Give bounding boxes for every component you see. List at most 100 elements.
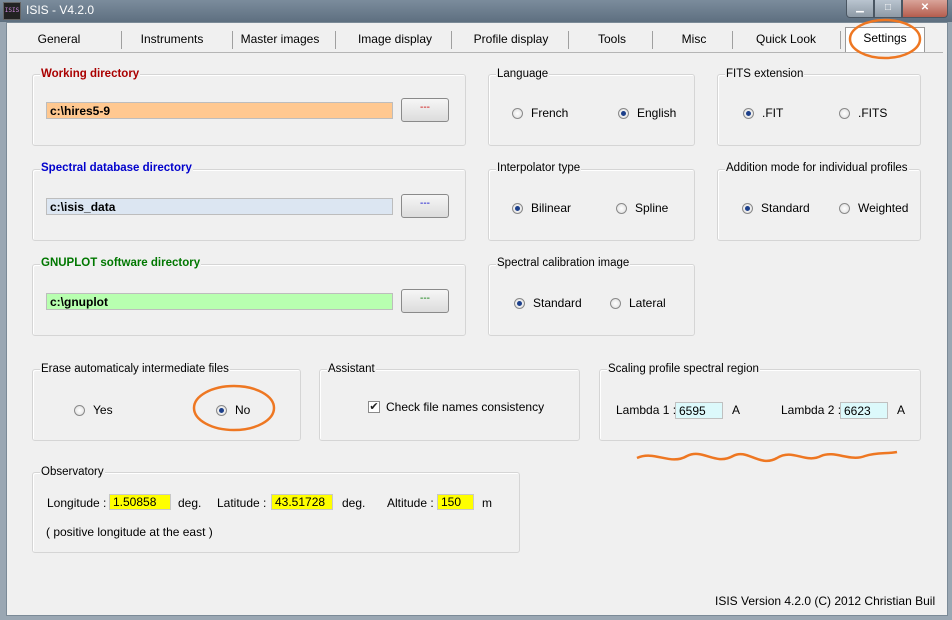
- latitude-unit: deg.: [342, 496, 366, 510]
- radio-label: Bilinear: [531, 201, 572, 215]
- main-window: General Instruments Master images Image …: [6, 22, 948, 616]
- observatory-group: [32, 472, 520, 553]
- altitude-input[interactable]: 150: [437, 494, 474, 510]
- interpolator-radio-spline[interactable]: Spline: [616, 201, 668, 215]
- tab-separator: [232, 31, 233, 49]
- tab-settings[interactable]: Settings: [845, 27, 925, 54]
- observatory-label: Observatory: [40, 466, 105, 478]
- erase-radio-no[interactable]: No: [216, 403, 250, 417]
- erase-files-group: [32, 369, 301, 441]
- spectral-db-label: Spectral database directory: [40, 162, 193, 174]
- gnuplot-field[interactable]: c:\gnuplot: [46, 293, 393, 310]
- radio-label: .FIT: [762, 106, 784, 120]
- lambda2-input[interactable]: 6623: [840, 402, 888, 419]
- radio-selected-icon: [743, 107, 754, 119]
- radio-icon: [839, 202, 850, 214]
- app-icon: ISIS: [3, 2, 21, 20]
- erase-files-label: Erase automaticaly intermediate files: [40, 363, 230, 375]
- minimize-icon[interactable]: ▁: [846, 0, 874, 18]
- calibration-image-label: Spectral calibration image: [496, 257, 631, 269]
- fits-radio-fits[interactable]: .FITS: [839, 106, 887, 120]
- tab-separator: [652, 31, 653, 49]
- window-controls: ▁ □ ✕: [846, 0, 948, 18]
- lambda2-unit: A: [897, 403, 906, 417]
- radio-icon: [839, 107, 850, 119]
- addition-radio-standard[interactable]: Standard: [742, 201, 810, 215]
- scaling-label: Scaling profile spectral region: [607, 363, 760, 375]
- longitude-note: ( positive longitude at the east ): [46, 525, 213, 539]
- spectral-db-browse-button[interactable]: ---: [401, 194, 449, 218]
- settings-page: Working directory c:\hires5-9 --- Spectr…: [9, 52, 943, 613]
- latitude-input[interactable]: 43.51728: [271, 494, 333, 510]
- checkbox-label: Check file names consistency: [386, 400, 545, 414]
- radio-selected-icon: [618, 107, 629, 119]
- lambda1-label: Lambda 1 :: [616, 403, 677, 417]
- interpolator-radio-bilinear[interactable]: Bilinear: [512, 201, 571, 215]
- altitude-label: Altitude :: [387, 496, 434, 510]
- radio-icon: [610, 297, 621, 309]
- tab-separator: [451, 31, 452, 49]
- radio-selected-icon: [742, 202, 753, 214]
- working-directory-label: Working directory: [40, 68, 141, 80]
- spectral-db-field[interactable]: c:\isis_data: [46, 198, 393, 215]
- window-title: ISIS - V4.2.0: [26, 3, 95, 17]
- tab-profile-display[interactable]: Profile display: [459, 29, 563, 51]
- tab-separator: [732, 31, 733, 49]
- longitude-input[interactable]: 1.50858: [109, 494, 171, 510]
- tab-separator: [121, 31, 122, 49]
- title-bar: ISIS ISIS - V4.2.0 ▁ □ ✕: [0, 0, 952, 22]
- fits-radio-fit[interactable]: .FIT: [743, 106, 783, 120]
- latitude-label: Latitude :: [217, 496, 267, 510]
- assistant-label: Assistant: [327, 363, 376, 375]
- addition-mode-label: Addition mode for individual profiles: [725, 162, 909, 174]
- gnuplot-label: GNUPLOT software directory: [40, 257, 202, 269]
- radio-label: .FITS: [858, 106, 888, 120]
- addition-radio-weighted[interactable]: Weighted: [839, 201, 908, 215]
- tab-master-images[interactable]: Master images: [235, 29, 325, 51]
- calibration-radio-lateral[interactable]: Lateral: [610, 296, 666, 310]
- radio-selected-icon: [514, 297, 525, 309]
- radio-icon: [616, 202, 627, 214]
- tab-instruments[interactable]: Instruments: [127, 29, 217, 51]
- tab-quick-look[interactable]: Quick Look: [739, 29, 833, 51]
- altitude-unit: m: [482, 496, 492, 510]
- radio-label: French: [531, 106, 569, 120]
- calibration-radio-standard[interactable]: Standard: [514, 296, 582, 310]
- radio-label: Spline: [635, 201, 669, 215]
- language-radio-french[interactable]: French: [512, 106, 568, 120]
- radio-label: Standard: [533, 296, 582, 310]
- tab-separator: [335, 31, 336, 49]
- radio-label: Standard: [761, 201, 810, 215]
- tab-misc[interactable]: Misc: [659, 29, 729, 51]
- radio-selected-icon: [216, 404, 227, 416]
- check-file-names-checkbox[interactable]: ✔ Check file names consistency: [368, 400, 544, 414]
- radio-label: Lateral: [629, 296, 666, 310]
- longitude-unit: deg.: [178, 496, 202, 510]
- lambda1-input[interactable]: 6595: [675, 402, 723, 419]
- interpolator-label: Interpolator type: [496, 162, 582, 174]
- working-directory-browse-button[interactable]: ---: [401, 98, 449, 122]
- tab-bar: General Instruments Master images Image …: [7, 23, 947, 54]
- longitude-label: Longitude :: [47, 496, 107, 510]
- tab-separator: [840, 31, 841, 49]
- maximize-icon[interactable]: □: [874, 0, 902, 18]
- tab-tools[interactable]: Tools: [577, 29, 647, 51]
- tab-general[interactable]: General: [19, 29, 99, 51]
- radio-label: Weighted: [858, 201, 909, 215]
- erase-radio-yes[interactable]: Yes: [74, 403, 113, 417]
- radio-label: No: [235, 403, 251, 417]
- radio-selected-icon: [512, 202, 523, 214]
- tab-image-display[interactable]: Image display: [345, 29, 445, 51]
- language-radio-english[interactable]: English: [618, 106, 676, 120]
- gnuplot-browse-button[interactable]: ---: [401, 289, 449, 313]
- working-directory-field[interactable]: c:\hires5-9: [46, 102, 393, 119]
- language-label: Language: [496, 68, 550, 80]
- radio-label: Yes: [93, 403, 113, 417]
- version-footer: ISIS Version 4.2.0 (C) 2012 Christian Bu…: [715, 594, 936, 608]
- lambda1-unit: A: [732, 403, 741, 417]
- checkmark-icon: ✔: [368, 401, 380, 413]
- tab-separator: [568, 31, 569, 49]
- fits-extension-label: FITS extension: [725, 68, 805, 80]
- radio-icon: [512, 107, 523, 119]
- close-icon[interactable]: ✕: [902, 0, 948, 18]
